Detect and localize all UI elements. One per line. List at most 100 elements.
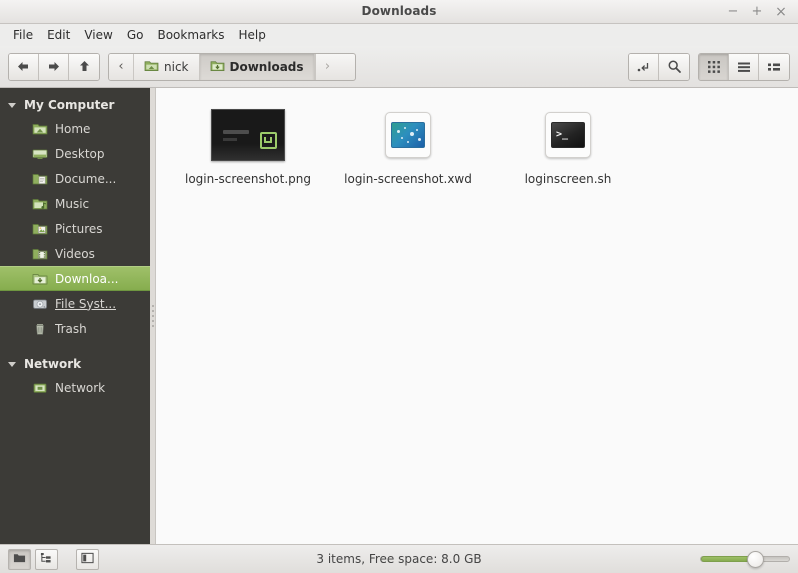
file-list-view[interactable]: login-screenshot.png — [155, 88, 798, 544]
folder-home-icon — [144, 59, 159, 75]
toolbar-right-group — [628, 53, 690, 81]
sidebar-item-desktop[interactable]: Desktop — [0, 141, 150, 166]
list-icon — [737, 60, 751, 74]
slider-handle[interactable] — [747, 551, 764, 568]
menu-edit[interactable]: Edit — [40, 26, 77, 45]
breadcrumb-scroll-left[interactable]: ‹ — [109, 54, 134, 80]
sidebar-item-label: Videos — [55, 247, 95, 261]
search-icon — [667, 59, 682, 74]
status-button-group — [8, 549, 99, 570]
terminal-icon — [551, 122, 585, 148]
sidebar-item-documents[interactable]: Docume... — [0, 166, 150, 191]
image-preview — [391, 122, 425, 148]
toggle-sidebar-button[interactable] — [76, 549, 99, 570]
folder-videos-icon — [32, 246, 48, 262]
sidebar-item-label: Trash — [55, 322, 87, 336]
image-thumbnail — [211, 109, 285, 161]
menu-file[interactable]: File — [6, 26, 40, 45]
up-button[interactable] — [69, 54, 99, 80]
menu-bar: File Edit View Go Bookmarks Help — [0, 24, 798, 46]
folder-music-icon — [32, 196, 48, 212]
file-item[interactable]: login-screenshot.png — [168, 100, 328, 192]
toolbar: ‹ nick — [0, 46, 798, 88]
script-file-icon — [545, 112, 591, 158]
mint-logo-icon — [260, 132, 277, 149]
sidebar-item-label: Music — [55, 197, 89, 211]
file-name-label: loginscreen.sh — [525, 172, 612, 186]
breadcrumb: ‹ nick — [108, 53, 356, 81]
icon-view-button[interactable] — [699, 54, 729, 80]
maximize-button[interactable]: + — [746, 2, 768, 22]
minimize-button[interactable]: − — [722, 2, 744, 22]
png-screenshot-thumb — [211, 104, 285, 166]
menu-go[interactable]: Go — [120, 26, 151, 45]
compact-icon — [767, 60, 781, 74]
status-text: 3 items, Free space: 8.0 GB — [0, 552, 798, 566]
sidebar-item-music[interactable]: Music — [0, 191, 150, 216]
sidebar-item-pictures[interactable]: Pictures — [0, 216, 150, 241]
list-view-button[interactable] — [729, 54, 759, 80]
sidebar-item-label: Home — [55, 122, 90, 136]
sidebar-item-network[interactable]: Network — [0, 375, 150, 400]
sidebar-item-file-system[interactable]: File Syst... — [0, 291, 150, 316]
status-bar: 3 items, Free space: 8.0 GB — [0, 544, 798, 573]
sidebar-toggle-icon — [81, 552, 94, 567]
menu-help[interactable]: Help — [232, 26, 273, 45]
slider-fill — [701, 556, 749, 562]
desktop-icon — [32, 146, 48, 162]
image-file-icon — [385, 112, 431, 158]
window-title: Downloads — [0, 0, 798, 23]
close-button[interactable]: × — [770, 2, 792, 22]
file-manager-window: Downloads − + × File Edit View Go Bookma… — [0, 0, 798, 573]
arrow-up-icon — [78, 59, 91, 74]
file-item[interactable]: login-screenshot.xwd — [328, 100, 488, 192]
folder-pictures-icon — [32, 221, 48, 237]
shell-script-thumb — [545, 104, 591, 166]
compact-view-button[interactable] — [759, 54, 789, 80]
sidebar-item-label: Downloa... — [55, 272, 118, 286]
main-body: My Computer Home — [0, 88, 798, 544]
sidebar-group-my-computer[interactable]: My Computer — [0, 94, 150, 116]
sidebar-item-label: Pictures — [55, 222, 103, 236]
menu-view[interactable]: View — [77, 26, 119, 45]
file-grid: login-screenshot.png — [168, 100, 798, 192]
navigation-button-group — [8, 53, 100, 81]
toggle-location-entry-button[interactable] — [629, 54, 659, 80]
folder-documents-icon — [32, 171, 48, 187]
search-button[interactable] — [659, 54, 689, 80]
breadcrumb-item-nick[interactable]: nick — [134, 54, 200, 80]
thumb-detail — [223, 138, 237, 141]
file-item[interactable]: loginscreen.sh — [488, 100, 648, 192]
title-bar: Downloads − + × — [0, 0, 798, 24]
menu-bookmarks[interactable]: Bookmarks — [150, 26, 231, 45]
file-name-label: login-screenshot.png — [185, 172, 311, 186]
sidebar-item-label: Network — [55, 381, 105, 395]
sidebar-group-label: Network — [24, 357, 81, 371]
sidebar-item-videos[interactable]: Videos — [0, 241, 150, 266]
breadcrumb-scroll-right[interactable]: › — [315, 54, 340, 80]
trash-icon — [32, 321, 48, 337]
sidebar-group-label: My Computer — [24, 98, 114, 112]
tree-icon — [40, 552, 53, 567]
splitter-grip — [152, 305, 154, 327]
sidebar-item-downloads[interactable]: Downloa... — [0, 266, 150, 291]
folder-download-icon — [32, 271, 48, 287]
folder-home-icon — [32, 121, 48, 137]
drive-harddisk-icon — [32, 296, 48, 312]
folder-download-icon — [210, 59, 225, 75]
chevron-down-icon — [8, 362, 16, 367]
file-name-label: login-screenshot.xwd — [344, 172, 472, 186]
sidebar-group-network[interactable]: Network — [0, 353, 150, 375]
zoom-slider[interactable] — [700, 549, 790, 570]
breadcrumb-item-downloads[interactable]: Downloads — [200, 54, 315, 80]
back-button[interactable] — [9, 54, 39, 80]
sidebar-item-home[interactable]: Home — [0, 116, 150, 141]
arrow-right-icon — [46, 60, 61, 73]
forward-button[interactable] — [39, 54, 69, 80]
grid-icon — [707, 60, 721, 74]
places-view-button[interactable] — [8, 549, 31, 570]
thumb-detail — [223, 130, 249, 134]
tree-view-button[interactable] — [35, 549, 58, 570]
sidebar-item-trash[interactable]: Trash — [0, 316, 150, 341]
breadcrumb-label: Downloads — [230, 60, 304, 74]
